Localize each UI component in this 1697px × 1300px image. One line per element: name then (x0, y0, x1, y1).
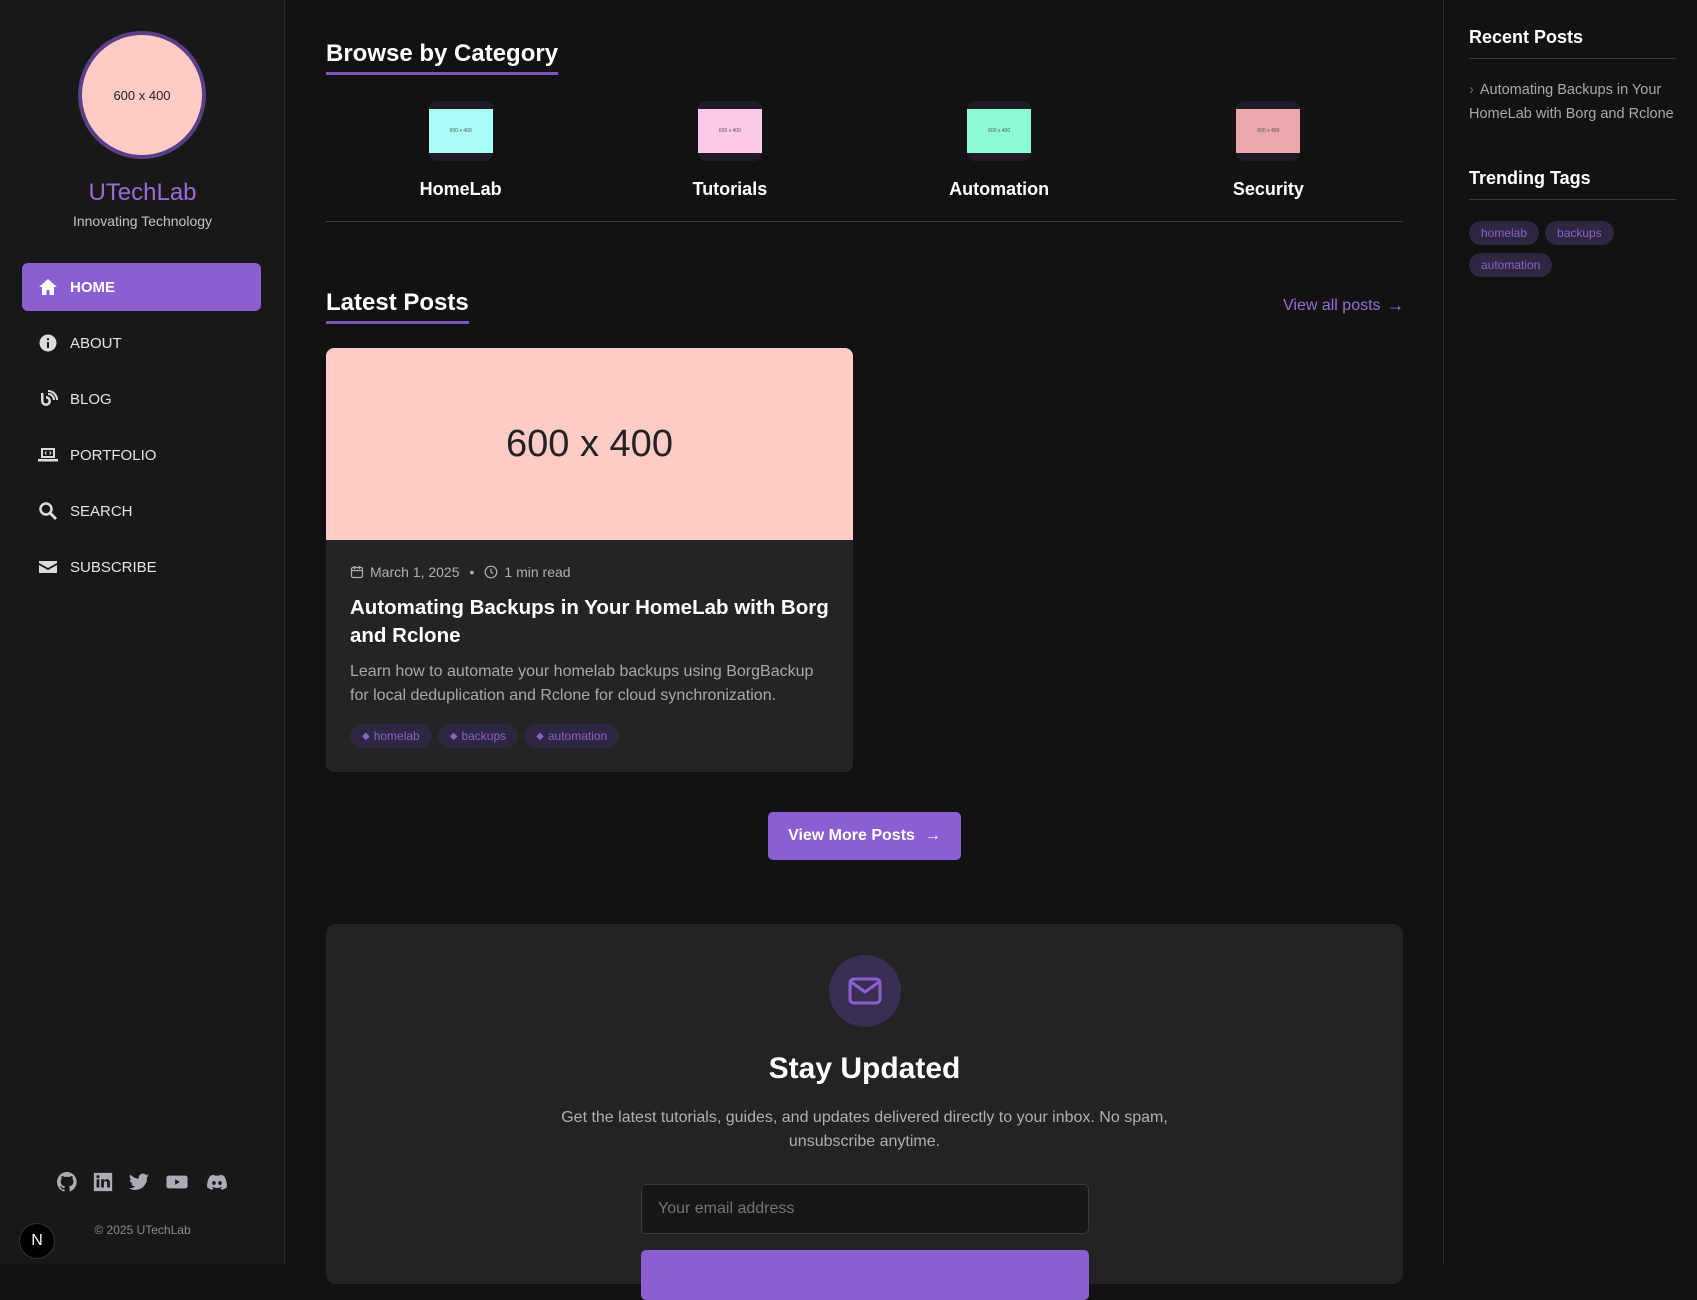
category-label: Automation (949, 179, 1050, 199)
envelope-icon (39, 561, 57, 573)
tag-icon: ◆ (536, 730, 544, 742)
nav-search[interactable]: SEARCH (22, 487, 261, 535)
sidebar: 600 x 400 UTechLab Innovating Technology… (0, 0, 285, 1264)
youtube-icon[interactable] (164, 1171, 190, 1193)
nav-home[interactable]: HOME (22, 263, 261, 311)
post-read-time: 1 min read (504, 564, 571, 580)
trending-tag[interactable]: automation (1469, 253, 1553, 277)
subscribe-button[interactable] (641, 1250, 1089, 1300)
newsletter-title: Stay Updated (768, 1052, 961, 1085)
recent-posts-title: Recent Posts (1469, 27, 1676, 59)
post-tag[interactable]: ◆ homelab (350, 724, 432, 748)
avatar-placeholder-text: 600 x 400 (113, 87, 171, 103)
social-links (56, 1171, 230, 1193)
nav-label: BLOG (70, 390, 112, 408)
nav-label: HOME (70, 278, 115, 296)
category-image: 600 x 400 (967, 109, 1032, 153)
category-tutorials[interactable]: 600 x 400 Tutorials (630, 101, 830, 200)
post-meta: March 1, 2025 • 1 min read (350, 564, 829, 580)
github-icon[interactable] (56, 1171, 78, 1193)
trending-tag[interactable]: homelab (1469, 221, 1540, 245)
dev-badge[interactable]: N (19, 1223, 55, 1259)
nav-subscribe[interactable]: SUBSCRIBE (22, 543, 261, 591)
laptop-code-icon (38, 448, 58, 462)
right-sidebar: Recent Posts › Automating Backups in Your… (1443, 0, 1697, 1264)
tag-icon: ◆ (449, 730, 458, 742)
tag-label: automation (547, 729, 608, 743)
search-icon (39, 502, 58, 521)
clock-icon (485, 565, 498, 579)
post-tags: ◆ homelab ◆ backups ◆ automation (350, 724, 829, 748)
arrow-right-icon: → (1386, 295, 1405, 315)
category-image: 600 x 400 (697, 109, 762, 153)
recent-post-title: Automating Backups in Your HomeLab with … (1469, 82, 1674, 122)
tag-icon: ◆ (362, 730, 370, 742)
category-image: 600 x 400 (428, 109, 493, 153)
category-security[interactable]: 600 x 400 Security (1168, 101, 1368, 200)
browse-category-title: Browse by Category (326, 40, 559, 75)
post-image: 600 x 400 (326, 348, 853, 540)
trending-tags-title: Trending Tags (1469, 168, 1676, 200)
discord-icon[interactable] (204, 1171, 230, 1193)
nav-portfolio[interactable]: PORTFOLIO (22, 431, 261, 479)
nav-blog[interactable]: BLOG (22, 375, 261, 423)
info-icon (39, 334, 57, 352)
mail-icon-circle (829, 955, 901, 1027)
site-tagline: Innovating Technology (72, 213, 213, 229)
trending-tag[interactable]: backups (1545, 221, 1614, 245)
view-more-posts-button[interactable]: View More Posts → (768, 812, 961, 860)
nav-label: PORTFOLIO (70, 446, 157, 464)
post-title[interactable]: Automating Backups in Your HomeLab with … (350, 594, 829, 650)
chevron-right-icon: › (1469, 82, 1474, 98)
mail-icon (848, 977, 882, 1005)
email-input[interactable] (641, 1184, 1089, 1234)
arrow-right-icon: → (924, 827, 941, 844)
post-tag[interactable]: ◆ backups (437, 724, 519, 748)
category-label: Security (1232, 179, 1304, 199)
category-label: HomeLab (419, 179, 502, 199)
post-date: March 1, 2025 (370, 564, 460, 580)
post-card[interactable]: 600 x 400 March 1, 2025 • 1 min read Aut… (326, 348, 853, 772)
view-all-label: View all posts (1283, 296, 1381, 314)
recent-post-link[interactable]: › Automating Backups in Your HomeLab with… (1469, 78, 1679, 126)
tag-label: homelab (373, 729, 420, 743)
divider (326, 221, 1403, 222)
nav-label: SUBSCRIBE (70, 558, 157, 576)
category-homelab[interactable]: 600 x 400 HomeLab (361, 101, 561, 200)
twitter-icon[interactable] (128, 1171, 150, 1193)
view-more-label: View More Posts (788, 827, 915, 844)
trending-tags: homelab backups automation (1469, 217, 1679, 281)
category-image: 600 x 400 (1236, 109, 1301, 153)
category-automation[interactable]: 600 x 400 Automation (899, 101, 1099, 200)
nav-label: ABOUT (70, 334, 122, 352)
avatar[interactable]: 600 x 400 (78, 31, 206, 159)
tag-label: backups (461, 729, 507, 743)
calendar-icon (350, 566, 364, 579)
post-tag[interactable]: ◆ automation (524, 724, 620, 748)
site-name[interactable]: UTechLab (0, 179, 285, 207)
latest-posts-title: Latest Posts (326, 289, 469, 324)
home-icon (39, 279, 57, 295)
newsletter-text: Get the latest tutorials, guides, and up… (561, 1109, 1168, 1150)
nav-about[interactable]: ABOUT (22, 319, 261, 367)
newsletter-section: Stay Updated Get the latest tutorials, g… (326, 924, 1403, 1300)
category-label: Tutorials (692, 179, 768, 199)
linkedin-icon[interactable] (92, 1171, 114, 1193)
post-excerpt: Learn how to automate your homelab backu… (350, 663, 814, 704)
blog-icon (41, 390, 58, 406)
view-all-posts-link[interactable]: View all posts → (1283, 295, 1405, 316)
category-list: 600 x 400 HomeLab 600 x 400 Tutorials 600 … (326, 101, 1403, 200)
nav-label: SEARCH (70, 502, 133, 520)
